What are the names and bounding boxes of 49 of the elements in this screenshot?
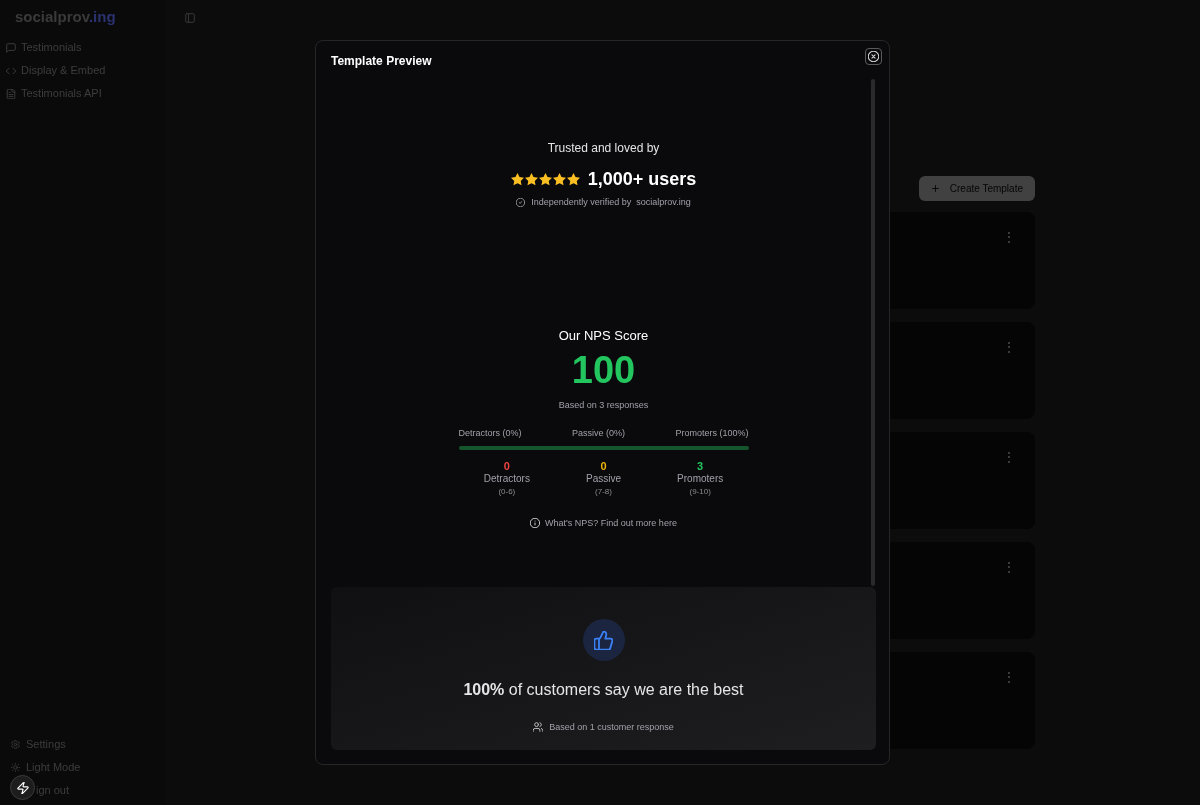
create-template-button[interactable]: Create Template <box>918 176 1035 201</box>
segment-range: (7-8) <box>595 486 612 498</box>
verified-icon <box>516 197 526 207</box>
star-icon <box>552 172 566 186</box>
more-button[interactable]: ⋮ <box>1003 670 1015 684</box>
verification-label: Independently verified by <box>531 196 632 208</box>
settings-icon <box>11 740 20 749</box>
segment-label: Passive (0%) <box>572 427 625 439</box>
star-icon <box>538 172 552 186</box>
more-button[interactable]: ⋮ <box>1003 340 1015 354</box>
nps-title: Our NPS Score <box>558 327 649 345</box>
close-icon <box>868 51 879 62</box>
segment-label: Promoters (100%) <box>675 427 749 439</box>
more-button[interactable]: ⋮ <box>1003 450 1015 464</box>
code-icon <box>6 65 16 76</box>
thumbs-up-icon <box>582 619 625 661</box>
more-button[interactable]: ⋮ <box>1003 230 1015 244</box>
sun-icon <box>11 763 20 772</box>
segment-name: Promoters <box>677 473 724 485</box>
users-icon <box>533 722 544 732</box>
star-icon <box>510 172 524 186</box>
segment-count: 0 <box>600 460 607 473</box>
info-icon <box>530 518 541 528</box>
segment-name: Detractors <box>483 473 530 485</box>
scrollbar[interactable] <box>871 79 875 586</box>
segment-count: 3 <box>697 460 704 473</box>
star-icon <box>524 172 538 186</box>
document-icon <box>6 88 16 99</box>
segment-label: Detractors (0%) <box>458 427 522 439</box>
brand-link[interactable]: socialprov.ing <box>636 196 691 208</box>
segment-name: Passive <box>586 473 621 485</box>
more-button[interactable]: ⋮ <box>1003 560 1015 574</box>
nps-basis: Based on 3 responses <box>558 399 649 411</box>
response-basis: Based on 1 customer response <box>549 721 674 733</box>
segment-count: 0 <box>503 460 510 473</box>
star-icon <box>566 172 580 186</box>
close-button[interactable] <box>865 48 882 65</box>
nps-help-link[interactable]: What's NPS? Find out more here <box>530 517 677 529</box>
segment-range: (0-6) <box>498 486 516 498</box>
sidebar-toggle-icon[interactable] <box>185 13 195 23</box>
segment-range: (9-10) <box>689 486 711 498</box>
trust-heading: Trusted and loved by <box>547 140 660 156</box>
plus-icon <box>930 184 940 193</box>
satisfaction-headline: 100% of customers say we are the best <box>463 680 744 700</box>
lightning-icon <box>16 781 29 794</box>
dialog-title: Template Preview <box>331 54 432 68</box>
user-count: 1,000+ users <box>587 168 697 191</box>
nps-score: 100 <box>571 350 636 390</box>
chat-icon <box>6 42 16 53</box>
